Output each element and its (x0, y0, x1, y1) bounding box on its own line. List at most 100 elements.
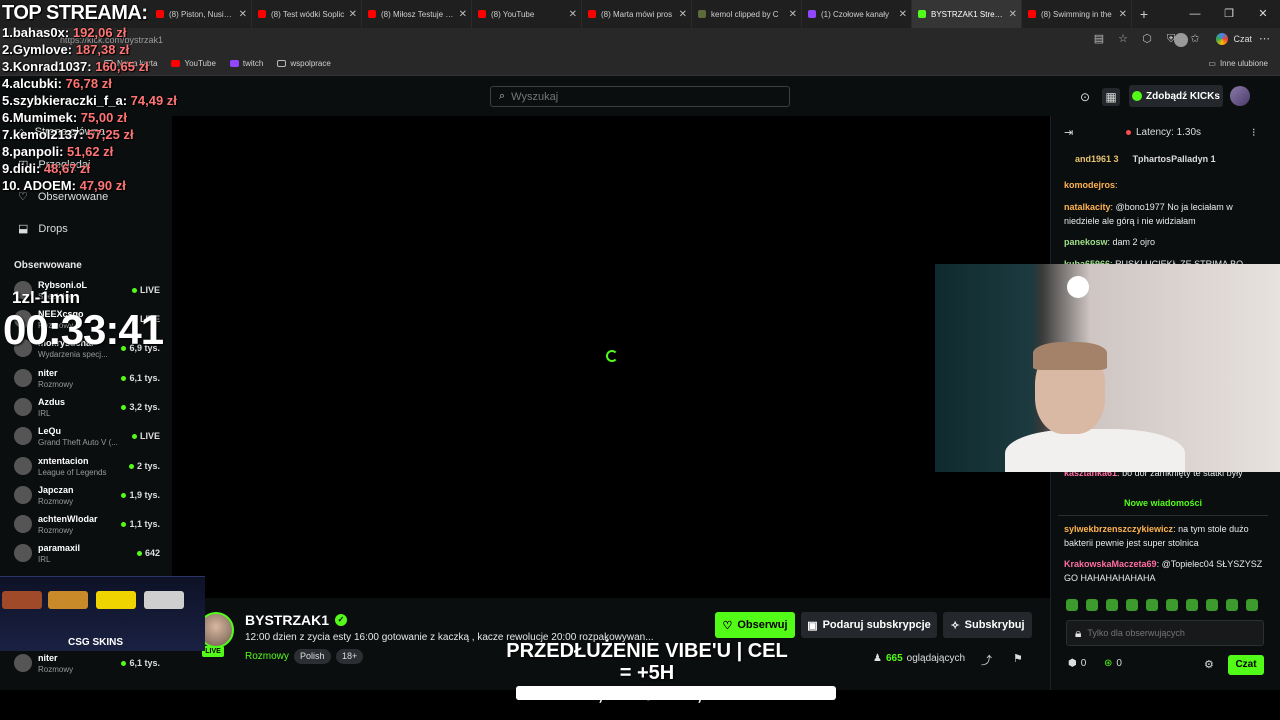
leaderboard-row: 4.alcubki: 76,78 zł (2, 76, 112, 91)
csgo-brand: CSG SKINS (68, 637, 124, 648)
close-icon[interactable]: ✕ (1119, 9, 1127, 20)
chat-settings-icon[interactable]: ⚙ (1204, 658, 1214, 671)
avatar (14, 544, 32, 562)
ai-search-icon[interactable]: ⊙ (1076, 88, 1094, 106)
emote-icon[interactable] (1086, 599, 1098, 611)
browser-tab[interactable]: (8) Miłosz Testuje - Y ✕ (362, 0, 472, 28)
twitch-icon (808, 10, 816, 18)
chat-users-icon[interactable]: ⁝ (1252, 126, 1256, 139)
new-tab-button[interactable]: + (1132, 6, 1156, 22)
skin-image (144, 591, 184, 609)
browser-tab[interactable]: (8) Test wódki Soplic ✕ (252, 0, 362, 28)
avatar (14, 515, 32, 533)
hair-shape (1033, 342, 1107, 370)
browser-tab[interactable]: (8) YouTube ✕ (472, 0, 582, 28)
report-icon[interactable]: ⚑ (1013, 652, 1023, 665)
channel-item[interactable]: niter Rozmowy 6,1 tys. (14, 366, 164, 394)
close-icon[interactable]: ✕ (1009, 9, 1017, 20)
kicks-balance[interactable]: ⬢ 0 (1068, 658, 1086, 669)
bookmark-wspolprace[interactable]: wspolprace (277, 59, 331, 68)
reader-icon[interactable]: ▤ (1092, 32, 1106, 46)
sidebar-item-drops[interactable]: ⬓ Drops (18, 222, 68, 236)
emote-icon[interactable] (1146, 599, 1158, 611)
kicks-icon: ⬢ (1068, 658, 1077, 669)
folder-icon (277, 60, 287, 67)
streamer-name[interactable]: BYSTRZAK1 ✓ (245, 612, 348, 628)
avatar (14, 457, 32, 475)
gifter[interactable]: and1961 3 (1075, 154, 1119, 164)
share-icon[interactable]: ⤴ (981, 652, 992, 668)
channel-item[interactable]: niter Rozmowy 6,1 tys. (14, 651, 164, 679)
minimize-icon[interactable]: — (1178, 0, 1212, 28)
bookmark-twitch[interactable]: twitch (229, 59, 263, 68)
chat-input[interactable] (1087, 628, 1258, 638)
lock-icon: 🔒︎ (1075, 625, 1082, 640)
gifter[interactable]: TphartosPalladyn 1 (1133, 154, 1216, 164)
search-input[interactable] (511, 90, 772, 103)
close-icon[interactable]: ✕ (679, 9, 687, 20)
verified-icon: ✓ (335, 614, 348, 626)
close-icon[interactable]: ✕ (899, 9, 907, 20)
points-balance[interactable]: ⊛ 0 (1104, 658, 1122, 669)
leaderboard-row: 8.panpoli: 51,62 zł (2, 144, 114, 159)
close-icon[interactable]: ✕ (569, 9, 577, 20)
other-bookmarks[interactable]: ▭ Inne ulubione (1208, 59, 1268, 68)
tag-age[interactable]: 18+ (336, 649, 364, 664)
gift-subs-button[interactable]: ▣ Podaruj subskrypcje (801, 612, 937, 638)
emote-icon[interactable] (1226, 599, 1238, 611)
get-kicks-button[interactable]: Zdobądź KICKs (1129, 85, 1223, 107)
close-icon[interactable]: ✕ (349, 9, 357, 20)
leaderboard-overlay: TOP STREAMA: 1.bahas0x: 192,06 zł 2.Gyml… (2, 2, 177, 194)
emote-icon[interactable] (1206, 599, 1218, 611)
stream-category[interactable]: Rozmowy (245, 651, 289, 662)
chat-input-box[interactable]: 🔒︎ (1066, 620, 1264, 646)
star-icon[interactable]: ☆ (1116, 32, 1130, 46)
browser-tab[interactable]: (8) Swimming in the ✕ (1022, 0, 1132, 28)
browser-tab[interactable]: kemol clipped by C ✕ (692, 0, 802, 28)
more-icon[interactable]: ⋯ (1259, 32, 1270, 45)
close-icon[interactable]: ✕ (789, 9, 797, 20)
chat-message: sylwekbrzenszczykiewicz: na tym stole du… (1064, 524, 1249, 548)
channel-item[interactable]: xntentacion League of Legends 2 tys. (14, 454, 164, 482)
copilot-chat-button[interactable]: Czat (1216, 33, 1252, 45)
maximize-icon[interactable]: ❐ (1212, 0, 1246, 28)
favorites-icon[interactable]: ✩ (1188, 32, 1202, 46)
youtube-icon (588, 10, 596, 18)
top-gifters: and1961 3 TphartosPalladyn 1 (1075, 154, 1216, 164)
follow-button[interactable]: ♡ Obserwuj (715, 612, 795, 638)
channel-item[interactable]: achtenWlodar Rozmowy 1,1 tys. (14, 512, 164, 540)
channel-item[interactable]: LeQu Grand Theft Auto V (... LIVE (14, 424, 164, 452)
search-box[interactable]: ⌕ (490, 86, 790, 107)
close-icon[interactable]: ✕ (459, 9, 467, 20)
subscribe-button[interactable]: ✧ Subskrybuj (943, 612, 1032, 638)
emote-icon[interactable] (1166, 599, 1178, 611)
folder-icon: ▭ (1208, 59, 1216, 68)
collapse-chat-icon[interactable]: ⇥ (1064, 126, 1073, 139)
profile-avatar[interactable] (1174, 33, 1188, 47)
browser-tab[interactable]: (8) Marta mówi pros ✕ (582, 0, 692, 28)
emote-icon[interactable] (1066, 599, 1078, 611)
channel-item[interactable]: Azdus IRL 3,2 tys. (14, 395, 164, 423)
browser-tab-active[interactable]: BYSTRZAK1 Stream ✕ (912, 0, 1022, 28)
new-messages-divider[interactable]: Nowe wiadomości (1058, 498, 1268, 516)
bookmark-youtube[interactable]: YouTube (171, 59, 216, 68)
viewer-count: ♟ 665 oglądających (873, 653, 966, 664)
user-avatar[interactable] (1230, 86, 1250, 106)
leaderboard-row: 10. ADOEM: 47,90 zł (2, 178, 126, 193)
emote-icon[interactable] (1106, 599, 1118, 611)
emote-icon[interactable] (1246, 599, 1258, 611)
emote-icon[interactable] (1186, 599, 1198, 611)
close-window-icon[interactable]: ✕ (1246, 0, 1280, 28)
extensions-icon[interactable]: ⬡ (1140, 32, 1154, 46)
channel-item[interactable]: Japczan Rozmowy 1,9 tys. (14, 483, 164, 511)
avatar (14, 427, 32, 445)
browser-tab[interactable]: (1) Czołowe kanały ✕ (802, 0, 912, 28)
emote-icon[interactable] (1126, 599, 1138, 611)
send-chat-button[interactable]: Czat (1228, 655, 1264, 675)
leaderboard-title: TOP STREAMA: (2, 2, 148, 24)
tag-language[interactable]: Polish (294, 649, 331, 664)
viewers-icon: ♟ (873, 653, 882, 664)
dashboard-icon[interactable]: ▦ (1102, 88, 1120, 106)
close-icon[interactable]: ✕ (239, 9, 247, 20)
channel-item[interactable]: paramaxil IRL 642 (14, 541, 164, 569)
